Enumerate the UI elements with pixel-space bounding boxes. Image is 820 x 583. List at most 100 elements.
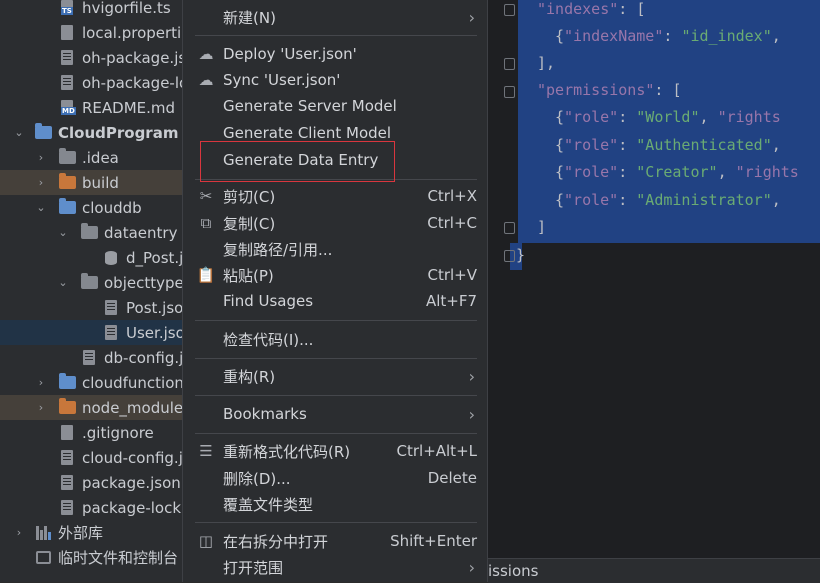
- json-file-icon: [58, 49, 76, 67]
- code-line: }: [516, 246, 525, 270]
- tree-item-oh-package-lock[interactable]: oh-package-lo: [0, 70, 182, 95]
- tree-item-dataentry[interactable]: ⌄ dataentry: [0, 220, 182, 245]
- chevron-right-icon[interactable]: ›: [34, 151, 48, 164]
- reformat-icon: ☰: [199, 442, 213, 460]
- chevron-down-icon[interactable]: ⌄: [56, 276, 70, 289]
- tree-item-external-libraries[interactable]: › 外部库: [0, 520, 182, 545]
- folder-icon: [80, 273, 98, 292]
- chevron-right-icon: ›: [468, 366, 475, 386]
- project-tree: TS hvigorfile.ts local.properti oh-packa…: [0, 0, 182, 582]
- code-line: {"role": "World", "rights: [555, 108, 781, 126]
- menu-item-reformat-code[interactable]: ☰ 重新格式化代码(R) Ctrl+Alt+L: [183, 439, 489, 463]
- code-line: ]: [537, 218, 546, 242]
- json-string: "Authenticated": [636, 136, 772, 154]
- menu-item-refactor[interactable]: 重构(R) ›: [183, 364, 489, 388]
- menu-separator: [195, 35, 477, 36]
- menu-item-open-in-right-split[interactable]: ◫ 在右拆分中打开 Shift+Enter: [183, 529, 489, 553]
- tree-item-gitignore[interactable]: .gitignore: [0, 420, 182, 445]
- menu-item-generate-server-model[interactable]: Generate Server Model: [183, 94, 489, 118]
- menu-item-copy-path[interactable]: 复制路径/引用...: [183, 237, 489, 261]
- folder-icon: [58, 173, 76, 192]
- json-file-icon: [80, 349, 98, 367]
- chevron-right-icon[interactable]: ›: [34, 376, 48, 389]
- context-menu: 新建(N) › ☁ Deploy 'User.json' ☁ Sync 'Use…: [182, 0, 488, 582]
- bottom-tab-label: issions: [488, 562, 539, 580]
- cloud-upload-icon: ☁: [198, 45, 214, 63]
- menu-item-copy[interactable]: ⧉ 复制(C) Ctrl+C: [183, 211, 489, 235]
- menu-item-bookmarks[interactable]: Bookmarks ›: [183, 402, 489, 426]
- menu-item-open-in[interactable]: 打开范围 ›: [183, 555, 489, 579]
- json-punct: }: [516, 246, 526, 264]
- tree-item-label: CloudProgram: [58, 123, 179, 142]
- json-string: "Administrator": [636, 191, 772, 209]
- fold-marker-icon[interactable]: [504, 4, 515, 16]
- code-line: {"role": "Authenticated",: [555, 136, 790, 154]
- scissors-icon: ✂: [199, 187, 213, 205]
- menu-separator: [195, 433, 477, 434]
- menu-item-find-usages[interactable]: Find Usages Alt+F7: [183, 289, 489, 313]
- code-line: "permissions": [: [537, 81, 682, 105]
- code-editor[interactable]: "indexes": [ {"indexName": "id_index", ]…: [488, 0, 820, 582]
- menu-separator: [195, 358, 477, 359]
- chevron-right-icon[interactable]: ›: [34, 401, 48, 414]
- menu-item-delete[interactable]: 删除(D)... Delete: [183, 466, 489, 490]
- chevron-right-icon[interactable]: ›: [12, 526, 26, 539]
- tree-item-oh-package-json[interactable]: oh-package.js: [0, 45, 182, 70]
- json-key: "role": [564, 191, 619, 209]
- tree-item-scratches[interactable]: 临时文件和控制台: [0, 545, 182, 570]
- library-icon: [34, 524, 52, 542]
- bottom-tool-tab[interactable]: issions: [488, 558, 820, 583]
- json-key: "role": [564, 163, 619, 181]
- properties-file-icon: [58, 24, 76, 42]
- fold-marker-icon[interactable]: [504, 86, 515, 98]
- menu-item-sync[interactable]: ☁ Sync 'User.json': [183, 68, 489, 92]
- json-file-icon: [58, 499, 76, 517]
- tree-item-cloud-program[interactable]: ⌄ CloudProgram E: [0, 120, 182, 145]
- menu-item-paste[interactable]: 📋 粘贴(P) Ctrl+V: [183, 263, 489, 287]
- json-key: "role": [564, 108, 619, 126]
- highlight-box: [200, 141, 395, 182]
- tree-item-idea[interactable]: › .idea: [0, 145, 182, 170]
- tree-item-readme[interactable]: MD README.md: [0, 95, 182, 120]
- tree-item-d-post[interactable]: d_Post.j: [0, 245, 182, 270]
- fold-marker-icon[interactable]: [504, 250, 515, 262]
- tree-item-node-modules[interactable]: › node_module: [0, 395, 182, 420]
- json-file-icon: [58, 74, 76, 92]
- database-icon: [102, 249, 120, 267]
- tree-item-objecttype[interactable]: ⌄ objecttype: [0, 270, 182, 295]
- json-punct: ]: [537, 218, 547, 236]
- folder-icon: [58, 373, 76, 392]
- folder-icon: [80, 223, 98, 242]
- tree-item-cloudfunctions[interactable]: › cloudfunction: [0, 370, 182, 395]
- fold-marker-icon[interactable]: [504, 58, 515, 70]
- tree-item-user-json[interactable]: User.jso: [0, 320, 182, 345]
- json-punct: : [: [654, 81, 682, 99]
- menu-separator: [195, 320, 477, 321]
- json-punct: : [: [618, 0, 646, 18]
- menu-item-cut[interactable]: ✂ 剪切(C) Ctrl+X: [183, 184, 489, 208]
- menu-item-deploy[interactable]: ☁ Deploy 'User.json': [183, 42, 489, 66]
- fold-marker-icon[interactable]: [504, 222, 515, 234]
- tree-item-build[interactable]: › build: [0, 170, 182, 195]
- tree-item-hvigorfile[interactable]: TS hvigorfile.ts: [0, 0, 182, 20]
- tree-item-db-config[interactable]: db-config.j: [0, 345, 182, 370]
- tree-item-clouddb[interactable]: ⌄ clouddb: [0, 195, 182, 220]
- code-line: {"indexName": "id_index",: [555, 27, 790, 45]
- split-view-icon: ◫: [198, 532, 214, 550]
- menu-item-new[interactable]: 新建(N) ›: [183, 5, 489, 29]
- cloud-sync-icon: ☁: [198, 71, 214, 89]
- tree-item-local-properties[interactable]: local.properti: [0, 20, 182, 45]
- tree-item-post-json[interactable]: Post.jso: [0, 295, 182, 320]
- tree-item-cloud-config[interactable]: cloud-config.j: [0, 445, 182, 470]
- tree-item-package-lock[interactable]: package-lock.: [0, 495, 182, 520]
- chevron-right-icon[interactable]: ›: [34, 176, 48, 189]
- chevron-down-icon[interactable]: ⌄: [12, 126, 26, 139]
- chevron-down-icon[interactable]: ⌄: [56, 226, 70, 239]
- menu-item-override-file-type[interactable]: 覆盖文件类型: [183, 492, 489, 516]
- menu-item-inspect-code[interactable]: 检查代码(I)...: [183, 327, 489, 351]
- tree-item-package-json[interactable]: package.json: [0, 470, 182, 495]
- chevron-right-icon: ›: [468, 404, 475, 424]
- json-key: "rights: [735, 163, 799, 181]
- chevron-down-icon[interactable]: ⌄: [34, 201, 48, 214]
- json-string: "World": [636, 108, 700, 126]
